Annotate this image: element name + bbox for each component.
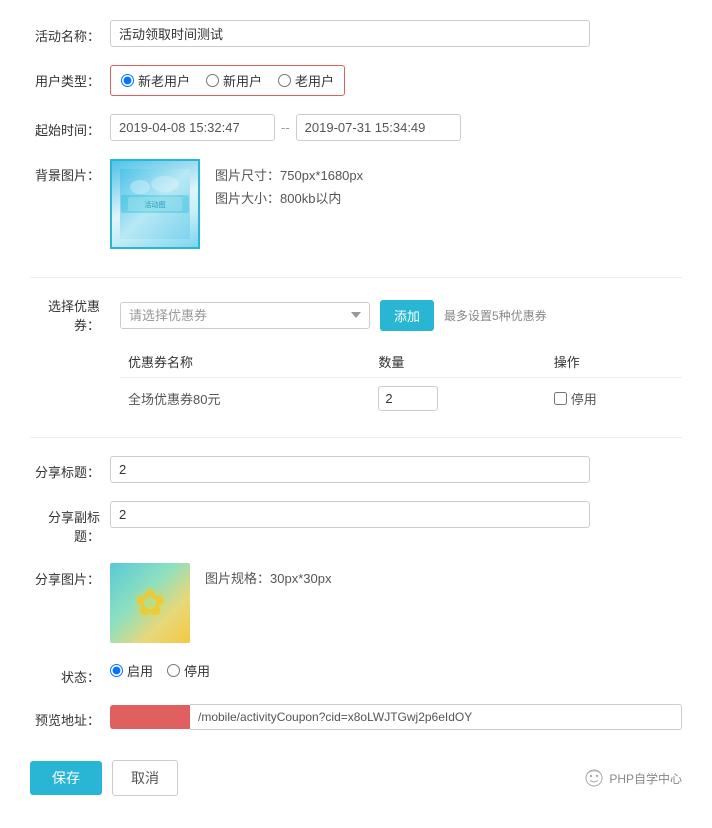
coupon-select-row: 选择优惠券： 请选择优惠券 添加 最多设置5种优惠券 [30, 296, 682, 334]
status-enable-label: 启用 [127, 661, 153, 680]
coupon-action-cell: 停用 [546, 378, 682, 420]
coupon-quantity-input[interactable] [378, 386, 438, 411]
page-container: 活动名称： 用户类型： 新老用户 新用户 老用户 [0, 0, 712, 828]
radio-all-users[interactable]: 新老用户 [121, 71, 190, 90]
bg-image-maxsize: 图片大小：800kb以内 [215, 187, 363, 210]
share-subtitle-row: 分享副标题： [30, 501, 682, 545]
time-row: 起始时间： -- [30, 114, 682, 141]
radio-new-users-label: 新用户 [223, 71, 262, 90]
coupon-disable-label: 停用 [571, 389, 597, 408]
share-image-thumb[interactable] [110, 563, 190, 643]
share-title-content [110, 456, 682, 483]
radio-old-users-input[interactable] [278, 74, 291, 87]
share-image-inner [110, 563, 190, 643]
share-subtitle-content [110, 501, 682, 528]
coupon-table-head: 优惠券名称 数量 操作 [120, 346, 682, 378]
preview-url-row: 预览地址： /mobile/activityCoupon?cid=x8oLWJT… [30, 704, 682, 730]
bg-image-svg: 活动图 [120, 169, 190, 239]
preview-url-content: /mobile/activityCoupon?cid=x8oLWJTGwj2p6… [110, 704, 682, 730]
share-section: 分享标题： 分享副标题： 分享图片： 图片规格：30px*30px [30, 437, 682, 730]
radio-new-users-input[interactable] [206, 74, 219, 87]
coupon-table-header-row: 优惠券名称 数量 操作 [120, 346, 682, 378]
svg-text:活动图: 活动图 [145, 200, 166, 209]
status-disable[interactable]: 停用 [167, 661, 210, 680]
activity-name-row: 活动名称： [30, 20, 682, 47]
radio-all-users-input[interactable] [121, 74, 134, 87]
time-inputs: -- [110, 114, 682, 141]
coupon-quantity-cell [370, 378, 545, 420]
status-radio-group: 启用 停用 [110, 661, 682, 680]
preview-url-label: 预览地址： [30, 704, 110, 729]
user-type-row: 用户类型： 新老用户 新用户 老用户 [30, 65, 682, 96]
status-row: 状态： 启用 停用 [30, 661, 682, 686]
coupon-table: 优惠券名称 数量 操作 全场优惠券80元 停用 [120, 346, 682, 419]
status-enable[interactable]: 启用 [110, 661, 153, 680]
user-type-content: 新老用户 新用户 老用户 [110, 65, 682, 96]
radio-new-users[interactable]: 新用户 [206, 71, 262, 90]
share-title-label: 分享标题： [30, 456, 110, 481]
share-image-content: 图片规格：30px*30px [110, 563, 682, 643]
status-disable-input[interactable] [167, 664, 180, 677]
status-disable-label: 停用 [184, 661, 210, 680]
brand-icon [585, 769, 603, 787]
bg-image-content: 活动图 图片尺寸：750px*1680px 图片大小：800kb以内 [110, 159, 682, 249]
bg-image-label: 背景图片： [30, 159, 110, 184]
coupon-disable-checkbox[interactable] [554, 392, 567, 405]
status-content: 启用 停用 [110, 661, 682, 680]
share-image-label: 分享图片： [30, 563, 110, 588]
radio-all-users-label: 新老用户 [138, 71, 190, 90]
time-content: -- [110, 114, 682, 141]
coupon-select[interactable]: 请选择优惠券 [120, 302, 370, 329]
user-type-radio-group: 新老用户 新用户 老用户 [110, 65, 345, 96]
bg-image-thumb-inner: 活动图 [112, 161, 198, 247]
bg-image-info: 图片尺寸：750px*1680px 图片大小：800kb以内 [215, 159, 363, 211]
coupon-section: 选择优惠券： 请选择优惠券 添加 最多设置5种优惠券 优惠券名称 数量 操作 全… [30, 277, 682, 419]
radio-old-users[interactable]: 老用户 [278, 71, 334, 90]
status-label: 状态： [30, 661, 110, 686]
url-text-part: /mobile/activityCoupon?cid=x8oLWJTGwj2p6… [190, 704, 682, 730]
share-subtitle-input[interactable] [110, 501, 590, 528]
share-title-input[interactable] [110, 456, 590, 483]
share-image-row: 分享图片： 图片规格：30px*30px [30, 563, 682, 643]
coupon-disable-row: 停用 [554, 389, 674, 408]
coupon-table-body: 全场优惠券80元 停用 [120, 378, 682, 420]
start-time-input[interactable] [110, 114, 275, 141]
bottom-actions: 保存 取消 PHP自学中心 [30, 750, 682, 796]
coupon-name-cell: 全场优惠券80元 [120, 378, 370, 420]
bg-image-size: 图片尺寸：750px*1680px [215, 164, 363, 187]
share-subtitle-label: 分享副标题： [30, 501, 110, 545]
activity-name-input[interactable] [110, 20, 590, 47]
footer-brand-area: PHP自学中心 [585, 769, 682, 787]
coupon-col-name: 优惠券名称 [120, 346, 370, 378]
time-separator: -- [281, 120, 290, 135]
share-title-row: 分享标题： [30, 456, 682, 483]
coupon-select-label: 选择优惠券： [30, 296, 110, 334]
coupon-col-action: 操作 [546, 346, 682, 378]
status-enable-input[interactable] [110, 664, 123, 677]
add-coupon-tip: 最多设置5种优惠券 [444, 307, 547, 324]
share-image-spec: 图片规格：30px*30px [205, 563, 331, 587]
user-type-label: 用户类型： [30, 65, 110, 90]
bg-image-thumb[interactable]: 活动图 [110, 159, 200, 249]
end-time-input[interactable] [296, 114, 461, 141]
url-red-part [110, 705, 190, 729]
save-button[interactable]: 保存 [30, 761, 102, 795]
footer-brand-label: PHP自学中心 [609, 770, 682, 787]
time-label: 起始时间： [30, 114, 110, 139]
cancel-button[interactable]: 取消 [112, 760, 178, 796]
preview-url-display: /mobile/activityCoupon?cid=x8oLWJTGwj2p6… [110, 704, 682, 730]
table-row: 全场优惠券80元 停用 [120, 378, 682, 420]
bg-image-row: 背景图片： [30, 159, 682, 249]
coupon-col-quantity: 数量 [370, 346, 545, 378]
add-coupon-button[interactable]: 添加 [380, 300, 434, 331]
share-img-area: 图片规格：30px*30px [110, 563, 682, 643]
activity-name-content [110, 20, 682, 47]
radio-old-users-label: 老用户 [295, 71, 334, 90]
bg-image-area: 活动图 图片尺寸：750px*1680px 图片大小：800kb以内 [110, 159, 682, 249]
activity-name-label: 活动名称： [30, 20, 110, 45]
